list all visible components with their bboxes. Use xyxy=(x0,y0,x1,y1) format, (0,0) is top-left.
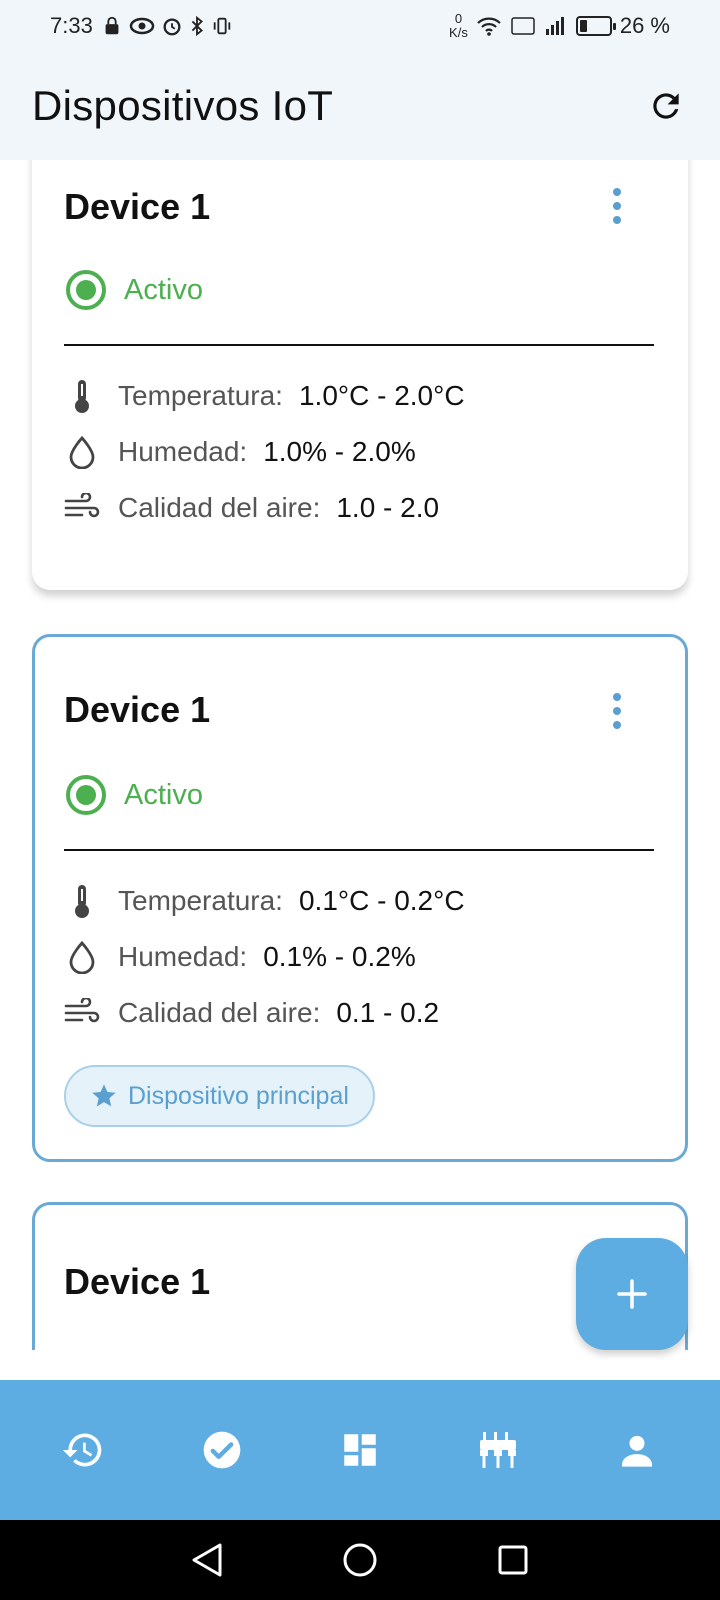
notification-icons xyxy=(101,15,233,37)
radio-active-icon xyxy=(66,270,106,310)
metric-value: 0.1% - 0.2% xyxy=(263,941,416,972)
air-quality-row: Calidad del aire: 0.1 - 0.2 xyxy=(64,995,439,1031)
wifi-icon xyxy=(477,17,501,36)
refresh-icon xyxy=(653,93,679,119)
lock-icon xyxy=(105,16,119,35)
thermometer-icon xyxy=(64,883,100,919)
nav-devices[interactable] xyxy=(462,1414,534,1486)
water-drop-icon xyxy=(64,939,100,975)
signal-icon xyxy=(545,17,564,35)
device-list[interactable]: Device 1 Activo Temperatura: 1.0°C - 2.0… xyxy=(0,160,720,1350)
star-icon xyxy=(92,1084,116,1107)
check-circle-icon xyxy=(203,1431,240,1469)
status-text: Activo xyxy=(124,273,203,306)
recents-button[interactable] xyxy=(488,1535,538,1585)
status-indicator: Activo xyxy=(66,270,203,310)
nav-check[interactable] xyxy=(186,1414,258,1486)
home-button[interactable] xyxy=(335,1535,385,1585)
status-time: 7:33 xyxy=(50,13,93,38)
bluetooth-icon xyxy=(191,15,203,37)
thermometer-icon xyxy=(64,378,100,414)
status-right: 0 K/s 26 % xyxy=(449,12,670,40)
dot-icon xyxy=(613,693,621,701)
water-drop-icon xyxy=(64,434,100,470)
radio-active-icon xyxy=(66,775,106,815)
bottom-navigation xyxy=(0,1380,720,1520)
metric-label: Humedad: xyxy=(118,941,248,972)
divider xyxy=(64,344,654,346)
metric-value: 0.1 - 0.2 xyxy=(336,997,440,1028)
air-icon xyxy=(64,995,100,1031)
volte-icon xyxy=(511,17,535,35)
divider xyxy=(64,849,654,851)
humidity-row: Humedad: 0.1% - 0.2% xyxy=(64,939,416,975)
vibrate-icon xyxy=(213,17,231,35)
device-name: Device 1 xyxy=(64,186,211,227)
dot-icon xyxy=(613,202,621,210)
dot-icon xyxy=(613,707,621,715)
device-card[interactable]: Device 1 Activo Temperatura: 1.0°C - 2.0… xyxy=(32,160,688,590)
plus-icon xyxy=(617,1279,647,1309)
person-icon xyxy=(621,1435,652,1467)
app-bar: Dispositivos IoT xyxy=(0,52,720,160)
status-indicator: Activo xyxy=(66,775,203,815)
devices-icon xyxy=(480,1432,517,1468)
dot-icon xyxy=(613,721,621,729)
net-speed-value: 0 xyxy=(454,11,463,26)
metric-value: 0.1°C - 0.2°C xyxy=(298,885,465,916)
more-options-button[interactable] xyxy=(612,188,622,224)
battery-percent: 26 % xyxy=(619,13,670,38)
dot-icon xyxy=(613,216,621,224)
system-navigation xyxy=(0,1520,720,1600)
battery-fill xyxy=(579,20,588,32)
metric-value: 1.0% - 2.0% xyxy=(263,436,416,467)
battery-icon xyxy=(575,16,616,36)
metric-label: Humedad: xyxy=(118,436,248,467)
history-icon xyxy=(63,1433,102,1467)
metric-label: Calidad del aire: xyxy=(118,492,321,523)
metric-value: 1.0 - 2.0 xyxy=(336,492,440,523)
temperature-row: Temperatura: 0.1°C - 0.2°C xyxy=(64,883,465,919)
main-device-chip[interactable]: Dispositivo principal xyxy=(64,1065,375,1127)
dot-icon xyxy=(613,188,621,196)
back-button[interactable] xyxy=(182,1535,232,1585)
metric-label: Temperatura: xyxy=(118,380,283,411)
metric-label: Temperatura: xyxy=(118,885,283,916)
back-icon xyxy=(192,1543,222,1577)
temperature-row: Temperatura: 1.0°C - 2.0°C xyxy=(64,378,465,414)
metric-label: Calidad del aire: xyxy=(118,997,321,1028)
nav-history[interactable] xyxy=(47,1414,119,1486)
air-icon xyxy=(64,490,100,526)
nav-dashboard[interactable] xyxy=(324,1414,396,1486)
eye-icon xyxy=(129,17,155,35)
status-left: 7:33 xyxy=(50,13,233,39)
status-bar: 7:33 0 K/s 26 % xyxy=(0,0,720,52)
page-title: Dispositivos IoT xyxy=(32,82,334,129)
dashboard-icon xyxy=(344,1434,376,1466)
add-device-button[interactable] xyxy=(576,1238,688,1350)
device-name: Device 1 xyxy=(64,689,211,730)
chip-label: Dispositivo principal xyxy=(128,1081,349,1110)
more-options-button[interactable] xyxy=(612,693,622,729)
nav-profile[interactable] xyxy=(601,1414,673,1486)
status-text: Activo xyxy=(124,778,203,811)
net-speed-unit: K/s xyxy=(449,25,468,40)
air-quality-row: Calidad del aire: 1.0 - 2.0 xyxy=(64,490,439,526)
net-speed: 0 K/s xyxy=(449,12,468,40)
device-name: Device 1 xyxy=(64,1261,211,1302)
metric-value: 1.0°C - 2.0°C xyxy=(298,380,465,411)
alarm-icon xyxy=(163,18,181,36)
refresh-button[interactable] xyxy=(642,82,690,130)
device-card-main[interactable]: Device 1 Activo Temperatura: 0.1°C - 0.2… xyxy=(32,634,688,1162)
humidity-row: Humedad: 1.0% - 2.0% xyxy=(64,434,416,470)
home-icon xyxy=(343,1543,377,1577)
recents-icon xyxy=(498,1545,528,1575)
